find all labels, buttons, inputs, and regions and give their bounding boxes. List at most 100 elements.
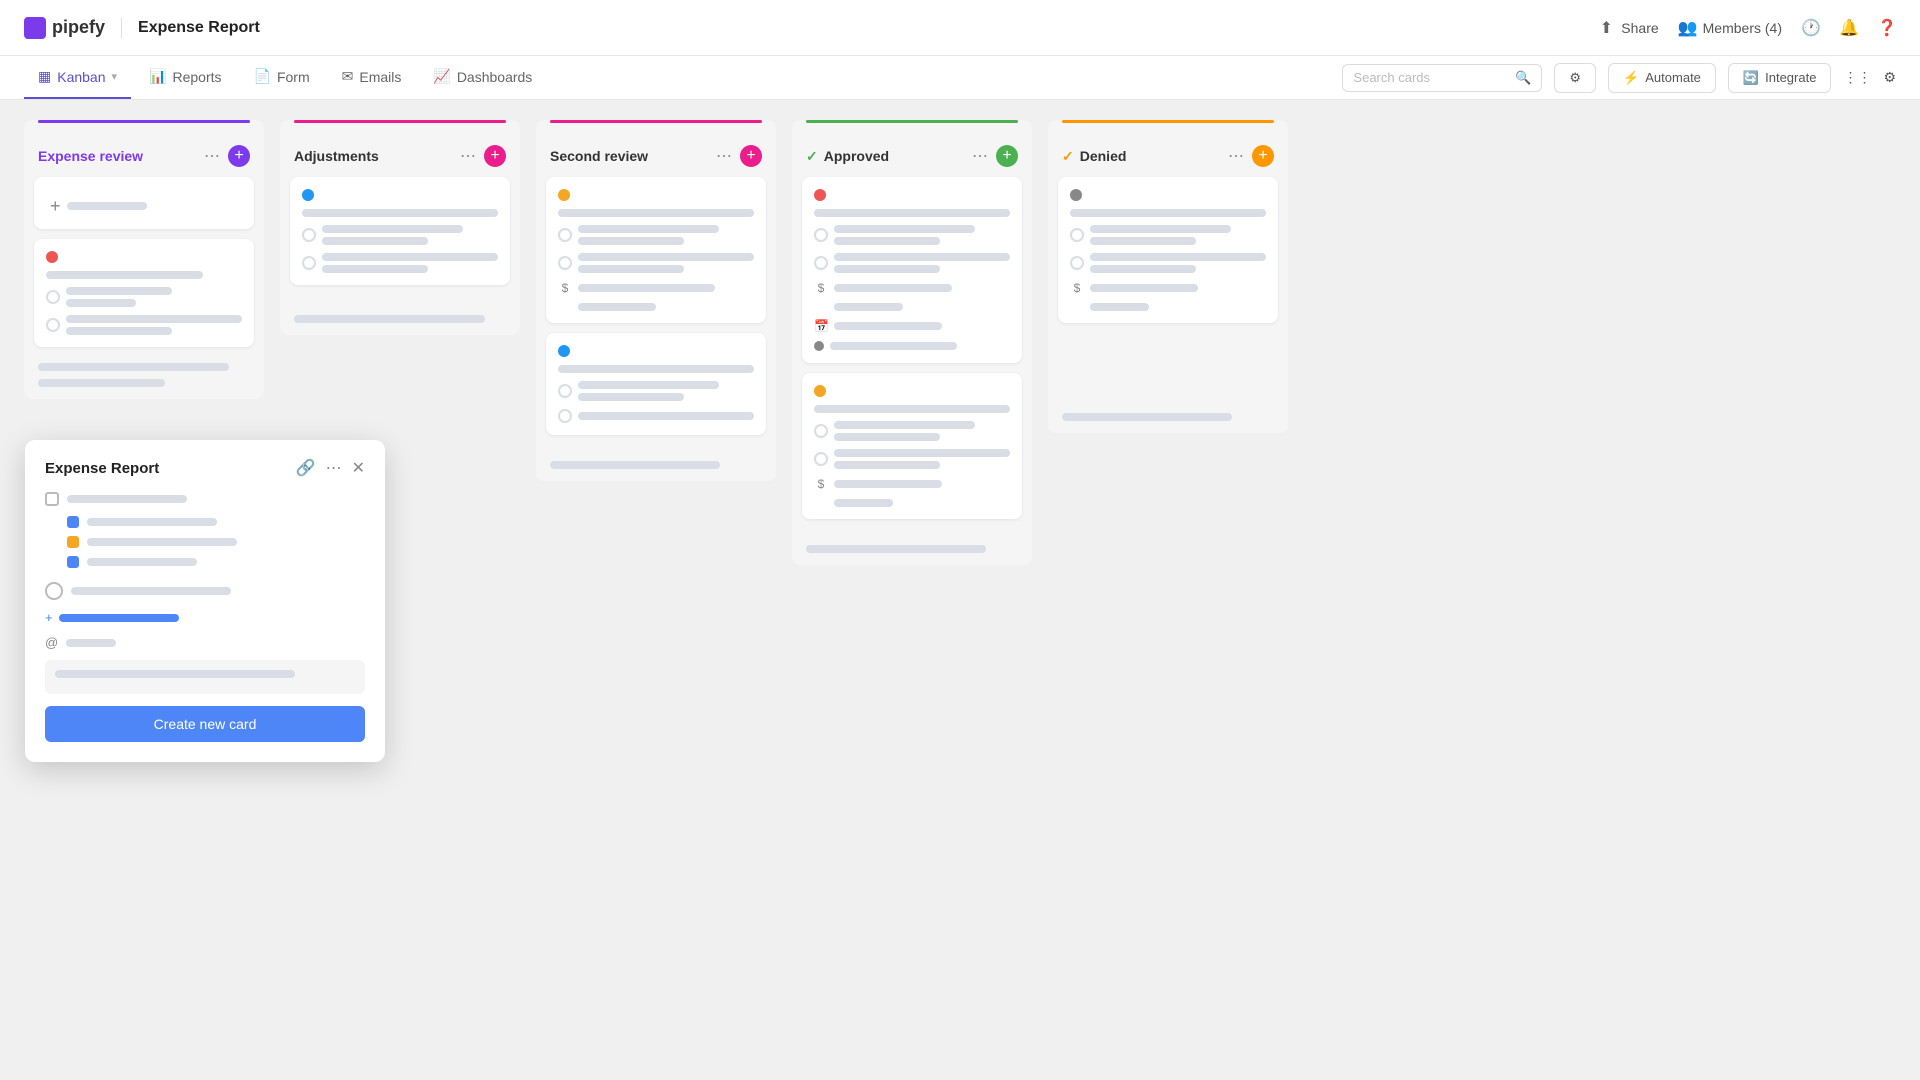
share-button[interactable]: ⬆ Share xyxy=(1597,19,1658,37)
skel-stack xyxy=(66,315,242,335)
col-footer-second-review xyxy=(536,435,776,469)
notifications-button[interactable]: 🔔 xyxy=(1840,19,1858,37)
col-menu-adjustments[interactable]: ⋯ xyxy=(460,146,476,166)
overlay-link-button[interactable]: 🔗 xyxy=(296,458,316,478)
automate-button[interactable]: ⚡ Automate xyxy=(1608,63,1716,93)
footer-skel xyxy=(294,315,485,323)
col-footer-expense-review xyxy=(24,347,264,387)
col-title-expense-review: Expense review xyxy=(38,148,143,164)
tab-form-label: Form xyxy=(277,69,310,85)
emails-icon: ✉ xyxy=(342,68,354,85)
col-add-second-review[interactable]: + xyxy=(740,145,762,167)
create-new-card-button[interactable]: Create new card xyxy=(45,706,365,742)
col-add-adjustments[interactable]: + xyxy=(484,145,506,167)
card-row xyxy=(302,225,498,245)
skel-bar xyxy=(578,393,684,401)
col-header-approved: ✓ Approved ⋯ + xyxy=(792,133,1032,177)
integrate-icon: 🔄 xyxy=(1743,70,1759,86)
add-card-row[interactable]: + xyxy=(46,189,242,217)
skel-bar xyxy=(87,538,237,546)
tab-emails[interactable]: ✉ Emails xyxy=(328,56,416,99)
check-label-skel xyxy=(67,495,187,503)
tab-reports[interactable]: 📊 Reports xyxy=(135,56,235,99)
card-row xyxy=(558,381,754,401)
card-row xyxy=(302,253,498,273)
circle-icon xyxy=(814,256,828,270)
skel-bar xyxy=(578,284,715,292)
overlay-add-row[interactable]: + xyxy=(45,610,365,625)
skel-bar xyxy=(834,265,940,273)
skel-bar xyxy=(834,303,903,311)
dollar-icon: $ xyxy=(814,477,828,491)
share-label: Share xyxy=(1621,20,1658,36)
col-title-second-review: Second review xyxy=(550,148,648,164)
skel-bar xyxy=(87,518,217,526)
col-menu-expense-review[interactable]: ⋯ xyxy=(204,146,220,166)
skel-bar xyxy=(66,299,136,307)
col-menu-second-review[interactable]: ⋯ xyxy=(716,146,732,166)
column-denied: ✓ Denied ⋯ + xyxy=(1048,120,1288,433)
cards-area-adjustments xyxy=(280,177,520,285)
history-icon: 🕐 xyxy=(1802,19,1820,37)
form-icon: 📄 xyxy=(254,68,271,85)
table-row: $ xyxy=(546,177,766,323)
tab-kanban[interactable]: ▦ Kanban ▾ xyxy=(24,56,131,99)
skel-stack xyxy=(578,412,754,420)
logo-text: pipefy xyxy=(52,17,105,38)
overlay-close-button[interactable]: ✕ xyxy=(352,458,365,478)
circle-icon xyxy=(558,409,572,423)
skel-bar xyxy=(578,237,684,245)
kanban-icon: ▦ xyxy=(38,68,51,85)
skel-sub-row xyxy=(1070,303,1266,311)
col-add-expense-review[interactable]: + xyxy=(228,145,250,167)
card-row xyxy=(814,253,1010,273)
skel-stack xyxy=(834,449,1010,469)
page-title: Expense Report xyxy=(138,19,260,37)
dollar-icon: $ xyxy=(1070,281,1084,295)
overlay-menu-button[interactable]: ⋯ xyxy=(326,458,342,478)
grid-icon: ⋮⋮ xyxy=(1843,69,1871,86)
approved-label: Approved xyxy=(824,148,889,164)
help-button[interactable]: ❓ xyxy=(1878,19,1896,37)
search-box[interactable]: Search cards 🔍 xyxy=(1342,64,1542,92)
top-nav: pipefy Expense Report ⬆ Share 👥 Members … xyxy=(0,0,1920,56)
cards-area-expense-review: + xyxy=(24,177,264,347)
skel-bar xyxy=(87,558,197,566)
integrate-button[interactable]: 🔄 Integrate xyxy=(1728,63,1832,93)
nav-left: pipefy Expense Report xyxy=(24,17,260,39)
filter-button[interactable]: ⚙ xyxy=(1554,63,1596,93)
overlay-checkbox[interactable] xyxy=(45,492,59,506)
col-menu-approved[interactable]: ⋯ xyxy=(972,146,988,166)
automate-label: Automate xyxy=(1645,70,1701,85)
card-title-skel xyxy=(46,271,203,279)
col-bar-second-review xyxy=(550,120,762,123)
overlay-title: Expense Report xyxy=(45,460,159,477)
col-header-right-expense-review: ⋯ + xyxy=(204,145,250,167)
skel-stack xyxy=(578,253,754,273)
card-dot xyxy=(558,189,570,201)
col-footer-approved xyxy=(792,519,1032,553)
tab-dashboards[interactable]: 📈 Dashboards xyxy=(419,56,546,99)
skel-stack xyxy=(578,225,754,245)
col-add-denied[interactable]: + xyxy=(1252,145,1274,167)
cards-area-second-review: $ xyxy=(536,177,776,435)
tab-dashboards-label: Dashboards xyxy=(457,69,533,85)
col-header-right-adjustments: ⋯ + xyxy=(460,145,506,167)
tab-reports-label: Reports xyxy=(172,69,221,85)
column-expense-review: Expense review ⋯ + + xyxy=(24,120,264,399)
nav-right: ⬆ Share 👥 Members (4) 🕐 🔔 ❓ xyxy=(1597,19,1896,37)
card-row xyxy=(46,315,242,335)
settings-button[interactable]: ⚙ xyxy=(1883,69,1896,86)
grid-button[interactable]: ⋮⋮ xyxy=(1843,69,1871,86)
col-add-approved[interactable]: + xyxy=(996,145,1018,167)
history-button[interactable]: 🕐 xyxy=(1802,19,1820,37)
col-footer-adjustments xyxy=(280,285,520,323)
members-button[interactable]: 👥 Members (4) xyxy=(1679,19,1782,37)
skel-bar xyxy=(1090,253,1266,261)
skel-sub-row xyxy=(558,303,754,311)
col-menu-denied[interactable]: ⋯ xyxy=(1228,146,1244,166)
denied-label: Denied xyxy=(1080,148,1127,164)
table-row: + xyxy=(34,177,254,229)
overlay-list xyxy=(67,516,365,568)
tab-form[interactable]: 📄 Form xyxy=(240,56,324,99)
